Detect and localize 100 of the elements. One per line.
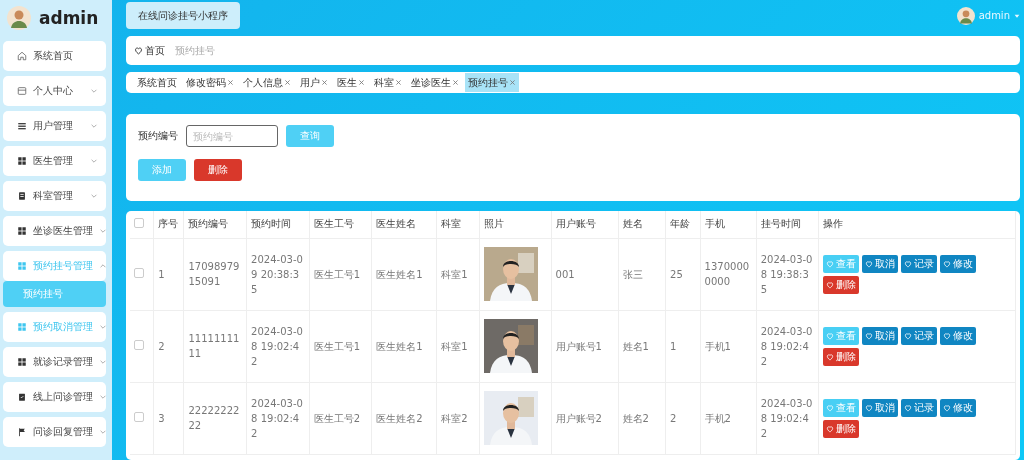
table-cell: 医生工号2 <box>313 412 361 424</box>
breadcrumb-link[interactable]: 首页 <box>134 43 165 58</box>
table-cell: 姓名1 <box>622 340 649 352</box>
column-header: 预约编号 <box>184 211 247 238</box>
delete-button[interactable]: 删除 <box>194 159 242 181</box>
heart-icon <box>826 403 835 412</box>
chevron-icon <box>99 262 107 270</box>
chevron-icon <box>99 227 107 235</box>
sidebar-item[interactable]: 用户管理 <box>3 111 106 141</box>
close-icon[interactable] <box>509 79 516 86</box>
caret-icon[interactable] <box>1014 12 1020 19</box>
sidebar-item[interactable]: 就诊记录管理 <box>3 347 106 377</box>
table-cell: 科室1 <box>441 340 468 352</box>
heart-icon <box>865 259 874 268</box>
action-button[interactable]: 记录 <box>901 326 938 345</box>
table-cell: 医生姓名1 <box>376 340 423 352</box>
table-cell: 2024-03-08 19:38:35 <box>760 253 813 295</box>
table-cell: 1 <box>158 268 165 280</box>
action-button[interactable]: 取消 <box>862 254 899 273</box>
table-cell: 2 <box>158 340 165 352</box>
delete-button[interactable]: 删除 <box>823 419 860 438</box>
table-cell: 1709897915091 <box>188 261 240 287</box>
close-icon[interactable] <box>321 79 328 86</box>
chevron-icon <box>99 323 107 331</box>
column-header: 预约时间 <box>246 211 310 238</box>
action-button[interactable]: 修改 <box>940 254 977 273</box>
table-cell: 3 <box>158 412 165 424</box>
avatar-icon[interactable] <box>956 6 975 25</box>
column-header: 序号 <box>153 211 184 238</box>
page-tag[interactable]: 医生 <box>334 73 368 92</box>
close-icon[interactable] <box>358 79 365 86</box>
heart-icon <box>904 331 913 340</box>
chevron-icon <box>99 358 107 366</box>
close-icon[interactable] <box>452 79 459 86</box>
sidebar-item[interactable]: 线上问诊管理 <box>3 382 106 412</box>
chevron-icon <box>90 87 98 95</box>
app-button[interactable]: 在线问诊挂号小程序 <box>126 2 240 29</box>
search-field[interactable]: 预约编号 <box>186 125 278 147</box>
sidebar-item[interactable]: 科室管理 <box>3 181 106 211</box>
column-header: 科室 <box>436 211 480 238</box>
avatar-icon[interactable] <box>7 6 31 30</box>
grid-icon <box>17 156 27 166</box>
table-cell: 2024-03-08 19:02:42 <box>251 325 303 367</box>
page-tag[interactable]: 系统首页 <box>134 73 180 92</box>
action-button[interactable]: 取消 <box>862 398 899 417</box>
table-cell: 科室2 <box>441 412 468 424</box>
heart-icon <box>904 259 913 268</box>
table-cell: 1 <box>670 340 677 352</box>
checkbox[interactable] <box>134 267 144 278</box>
field-label: 预约编号 <box>138 129 178 143</box>
clipboard-icon <box>17 392 27 402</box>
page-tag[interactable]: 科室 <box>371 73 405 92</box>
column-header: 手机 <box>700 211 757 238</box>
list-icon <box>17 121 27 131</box>
chevron-icon <box>90 192 98 200</box>
checkbox[interactable] <box>134 339 144 350</box>
chevron-icon <box>99 393 107 401</box>
grid-icon <box>17 322 27 332</box>
close-icon[interactable] <box>284 79 291 86</box>
page-tag[interactable]: 预约挂号 <box>465 73 519 92</box>
table-cell: 001 <box>555 268 575 280</box>
page-tag[interactable]: 个人信息 <box>240 73 294 92</box>
action-button[interactable]: 修改 <box>940 326 977 345</box>
action-button[interactable]: 记录 <box>901 254 938 273</box>
page-tag[interactable]: 用户 <box>297 73 331 92</box>
chevron-icon <box>99 428 107 436</box>
grid-icon <box>17 226 27 236</box>
action-button[interactable]: 修改 <box>940 398 977 417</box>
table-cell: 25 <box>670 268 683 280</box>
action-button[interactable]: 记录 <box>901 398 938 417</box>
column-header: 医生工号 <box>309 211 372 238</box>
chevron-icon <box>90 122 98 130</box>
table-cell: 医生工号1 <box>313 340 361 352</box>
sidebar-item[interactable]: 问诊回复管理 <box>3 417 106 447</box>
heart-icon <box>943 403 952 412</box>
sidebar-item[interactable]: 系统首页 <box>3 41 106 71</box>
close-icon[interactable] <box>227 79 234 86</box>
table-cell: 2024-03-09 20:38:35 <box>251 253 303 295</box>
breadcrumb-text: 预约挂号 <box>175 43 215 58</box>
action-button[interactable]: 取消 <box>862 326 899 345</box>
column-header: 用户账号 <box>551 211 619 238</box>
sidebar-item[interactable]: 医生管理 <box>3 146 106 176</box>
page-tag[interactable]: 坐诊医生 <box>408 73 462 92</box>
heart-icon <box>826 280 835 289</box>
heart-icon <box>865 331 874 340</box>
table-cell: 姓名2 <box>622 412 649 424</box>
table-cell: 2222222222 <box>188 405 240 431</box>
column-header: 姓名 <box>618 211 666 238</box>
delete-button[interactable]: 删除 <box>823 347 860 366</box>
page-tag[interactable]: 修改密码 <box>183 73 237 92</box>
sidebar-item[interactable]: 个人中心 <box>3 76 106 106</box>
delete-button[interactable]: 删除 <box>823 275 860 294</box>
column-header: 挂号时间 <box>756 211 819 238</box>
sidebar-item[interactable]: 坐诊医生管理 <box>3 216 106 246</box>
checkbox[interactable] <box>134 411 144 422</box>
table-cell: 医生姓名1 <box>376 268 423 280</box>
table-cell: 用户账号2 <box>555 412 602 424</box>
close-icon[interactable] <box>395 79 402 86</box>
checkbox[interactable] <box>134 218 144 229</box>
heart-icon <box>826 352 835 361</box>
